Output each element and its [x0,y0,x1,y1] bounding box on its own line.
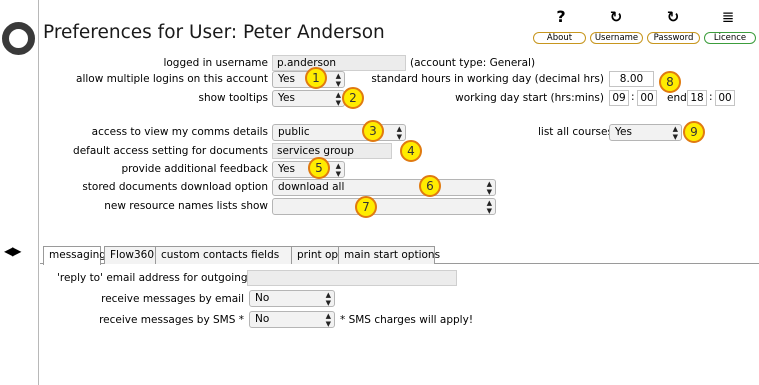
callout-badge: 6 [419,175,441,197]
question-icon[interactable]: ? [549,8,573,28]
account-type-text: (account type: General) [410,57,536,69]
courses-select[interactable]: Yes ▲ ▼ [609,124,682,141]
callout-badge: 2 [342,87,364,109]
callout-badge: 4 [400,140,422,162]
end-mins-input[interactable]: 00 [715,90,735,106]
email-label: receive messages by email [101,293,244,305]
tab-messaging[interactable]: messaging [43,246,106,265]
comms-select[interactable]: public ▲ ▼ [272,124,406,141]
username-button[interactable]: Username [590,32,643,44]
end-label: end [667,92,687,104]
page-title: Preferences for User: Peter Anderson [43,22,385,43]
feedback-label: provide additional feedback [121,163,269,175]
logged-in-label: logged in username [163,57,268,69]
logo-ring-icon [2,22,35,55]
refresh-icon[interactable]: ↻ [661,8,685,28]
tab-flow360[interactable]: Flow360 [104,246,158,264]
reply-to-label: 'reply to' email address for outgoing ma… [57,272,274,284]
tab-main-start-options[interactable]: main start options [338,246,440,264]
document-icon[interactable]: ≣ [716,8,740,28]
comms-label: access to view my comms details [91,126,268,138]
start-mins-input[interactable]: 00 [637,90,657,106]
time-separator: : [709,91,713,103]
refresh-icon[interactable]: ↻ [604,8,628,28]
callout-badge: 5 [308,157,330,179]
callout-badge: 3 [362,120,384,142]
about-button[interactable]: About [533,32,586,44]
password-button[interactable]: Password [647,32,700,44]
day-start-label: working day start (hrs:mins) [455,92,604,104]
std-hours-input[interactable]: 8.00 [609,71,654,87]
resource-select[interactable]: ▲ ▼ [272,198,496,215]
sms-note: * SMS charges will apply! [340,314,474,326]
callout-badge: 8 [659,71,681,93]
callout-badge: 1 [305,67,327,89]
tab-custom-contacts[interactable]: custom contacts fields [155,246,292,264]
doc-access-label: default access setting for documents [73,145,268,157]
nav-arrows-icon[interactable]: ◀▶ [4,244,21,258]
reply-to-input[interactable] [247,270,457,286]
doc-access-field[interactable]: services group [272,143,392,159]
username-field: p.anderson [272,55,406,71]
callout-badge: 7 [355,196,377,218]
show-tooltips-label: show tooltips [198,92,268,104]
end-hours-input[interactable]: 18 [687,90,707,106]
licence-button[interactable]: Licence [704,32,756,44]
time-separator: : [631,91,635,103]
sms-select[interactable]: No ▲ ▼ [249,311,335,328]
start-hours-input[interactable]: 09 [609,90,629,106]
multiple-logins-label: allow multiple logins on this account [76,73,268,85]
show-tooltips-select[interactable]: Yes ▲ ▼ [272,90,345,107]
download-label: stored documents download option [82,181,268,193]
email-select[interactable]: No ▲ ▼ [249,290,335,307]
courses-label: list all courses [538,126,613,138]
sms-label: receive messages by SMS * [99,314,244,326]
std-hours-label: standard hours in working day (decimal h… [371,73,604,85]
left-divider [38,0,39,385]
resource-label: new resource names lists show [104,200,268,212]
callout-badge: 9 [683,121,705,143]
download-select[interactable]: download all ▲ ▼ [272,179,496,196]
